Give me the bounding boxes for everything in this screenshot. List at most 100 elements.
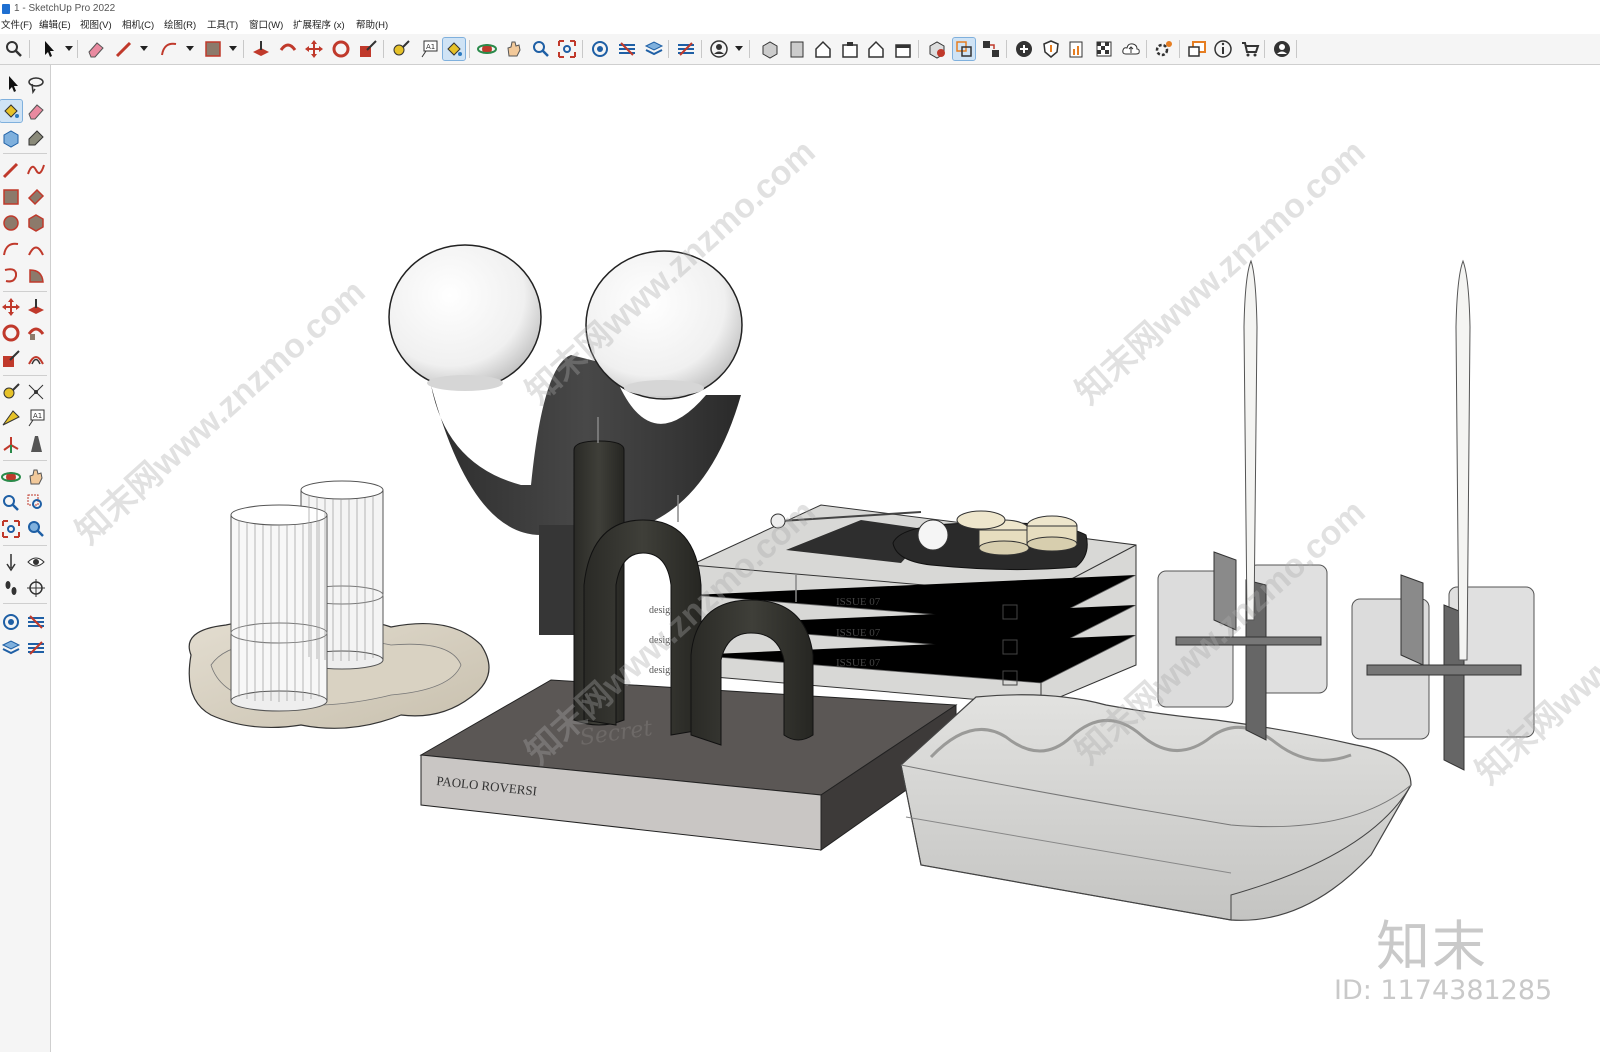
zoom-extents-icon[interactable]: [0, 518, 22, 540]
scale-icon[interactable]: [357, 38, 379, 60]
dimension-icon[interactable]: [25, 381, 47, 403]
text-label-icon[interactable]: A1: [25, 407, 47, 429]
menu-draw[interactable]: 绘图(R): [164, 18, 196, 34]
info-icon[interactable]: [1212, 38, 1234, 60]
front-view-icon[interactable]: [812, 38, 834, 60]
polygon-icon[interactable]: [25, 212, 47, 234]
layers-icon[interactable]: [0, 637, 22, 659]
select-arrow-icon[interactable]: [38, 38, 60, 60]
cloud-upload-icon[interactable]: [1120, 38, 1142, 60]
paint-bucket-icon[interactable]: [442, 37, 466, 61]
tag-tool-icon[interactable]: [25, 127, 47, 149]
eraser-icon[interactable]: [85, 38, 107, 60]
chevron-down-icon[interactable]: [65, 46, 73, 51]
scale-icon[interactable]: [0, 348, 22, 370]
offset-icon[interactable]: [25, 348, 47, 370]
zoom-tool-icon[interactable]: [530, 38, 552, 60]
pie-icon[interactable]: [25, 264, 47, 286]
window-popup-icon[interactable]: [1186, 38, 1208, 60]
chevron-down-icon[interactable]: [229, 46, 237, 51]
arc-icon[interactable]: [0, 238, 22, 260]
eraser-icon[interactable]: [25, 100, 47, 122]
freehand-icon[interactable]: [25, 159, 47, 181]
menu-tools[interactable]: 工具(T): [207, 18, 238, 34]
make-component-icon[interactable]: [0, 127, 22, 149]
menu-extensions[interactable]: 扩展程序 (x): [293, 18, 345, 34]
extension-warehouse-icon[interactable]: [616, 38, 638, 60]
two-point-arc-icon[interactable]: [25, 238, 47, 260]
menu-camera[interactable]: 相机(C): [122, 18, 154, 34]
push-pull-icon[interactable]: [250, 38, 272, 60]
extension-manager-icon[interactable]: [25, 637, 47, 659]
zoom-window-icon[interactable]: [25, 492, 47, 514]
select-arrow-icon[interactable]: [2, 73, 24, 95]
menu-help[interactable]: 帮助(H): [356, 18, 388, 34]
walk-footprints-icon[interactable]: [0, 577, 22, 599]
menu-file[interactable]: 文件(F): [1, 18, 32, 34]
style-wireframe-icon[interactable]: [952, 37, 976, 61]
settings-gear-icon[interactable]: [1153, 38, 1175, 60]
push-pull-icon[interactable]: [25, 296, 47, 318]
rotated-rectangle-icon[interactable]: [25, 186, 47, 208]
magazine-issue-label: ISSUE 07: [836, 657, 881, 669]
right-view-icon[interactable]: [839, 38, 861, 60]
follow-me-icon[interactable]: [277, 38, 299, 60]
circle-icon[interactable]: [0, 212, 22, 234]
zoom-extents-icon[interactable]: [556, 38, 578, 60]
rotate-icon[interactable]: [0, 322, 22, 344]
user-profile-icon[interactable]: [1271, 38, 1293, 60]
lasso-select-icon[interactable]: [25, 73, 47, 95]
top-view-icon[interactable]: [786, 38, 808, 60]
position-camera-icon[interactable]: [0, 551, 22, 573]
chevron-down-icon[interactable]: [186, 46, 194, 51]
extension-manager-icon[interactable]: [675, 38, 697, 60]
menu-edit[interactable]: 编辑(E): [39, 18, 71, 34]
model-viewport[interactable]: ISSUE 07 ISSUE 07 ISSUE 07 design design…: [51, 65, 1600, 1052]
cart-icon[interactable]: [1239, 38, 1261, 60]
axes-icon[interactable]: [0, 433, 22, 455]
pan-hand-icon[interactable]: [503, 38, 525, 60]
chevron-down-icon[interactable]: [735, 46, 743, 51]
style-xray-icon[interactable]: [926, 38, 948, 60]
tape-measure-icon[interactable]: [0, 381, 22, 403]
menu-window[interactable]: 窗口(W): [249, 18, 283, 34]
warehouse-icon[interactable]: [589, 38, 611, 60]
pencil-line-icon[interactable]: [113, 38, 135, 60]
rotate-icon[interactable]: [330, 38, 352, 60]
warehouse-icon[interactable]: [0, 611, 22, 633]
move-icon[interactable]: [0, 296, 22, 318]
chevron-down-icon[interactable]: [140, 46, 148, 51]
left-view-icon[interactable]: [892, 38, 914, 60]
three-point-arc-icon[interactable]: [0, 264, 22, 286]
look-around-eye-icon[interactable]: [25, 551, 47, 573]
rectangle-icon[interactable]: [202, 38, 224, 60]
3d-text-icon[interactable]: [25, 433, 47, 455]
add-icon[interactable]: [1013, 38, 1035, 60]
zoom-tool-icon[interactable]: [0, 492, 22, 514]
extension-warehouse-icon[interactable]: [25, 611, 47, 633]
report-icon[interactable]: [1066, 38, 1088, 60]
orbit-icon[interactable]: [0, 466, 22, 488]
zoom-icon[interactable]: [3, 38, 25, 60]
orbit-icon[interactable]: [476, 38, 498, 60]
section-plane-icon[interactable]: [25, 577, 47, 599]
protractor-icon[interactable]: [0, 407, 22, 429]
menu-view[interactable]: 视图(V): [80, 18, 112, 34]
arc-icon[interactable]: [158, 38, 180, 60]
shield-icon[interactable]: [1040, 38, 1062, 60]
paint-bucket-icon[interactable]: [0, 99, 23, 123]
pencil-line-icon[interactable]: [0, 159, 22, 181]
follow-me-icon[interactable]: [25, 322, 47, 344]
text-label-icon[interactable]: A1: [418, 38, 440, 60]
previous-view-icon[interactable]: [25, 518, 47, 540]
components-icon[interactable]: [980, 38, 1002, 60]
back-view-icon[interactable]: [865, 38, 887, 60]
iso-view-icon[interactable]: [759, 38, 781, 60]
layers-icon[interactable]: [643, 38, 665, 60]
checker-icon[interactable]: [1093, 38, 1115, 60]
rectangle-icon[interactable]: [0, 186, 22, 208]
pan-hand-icon[interactable]: [25, 466, 47, 488]
move-icon[interactable]: [303, 38, 325, 60]
tape-measure-icon[interactable]: [390, 38, 412, 60]
account-icon[interactable]: [708, 38, 730, 60]
